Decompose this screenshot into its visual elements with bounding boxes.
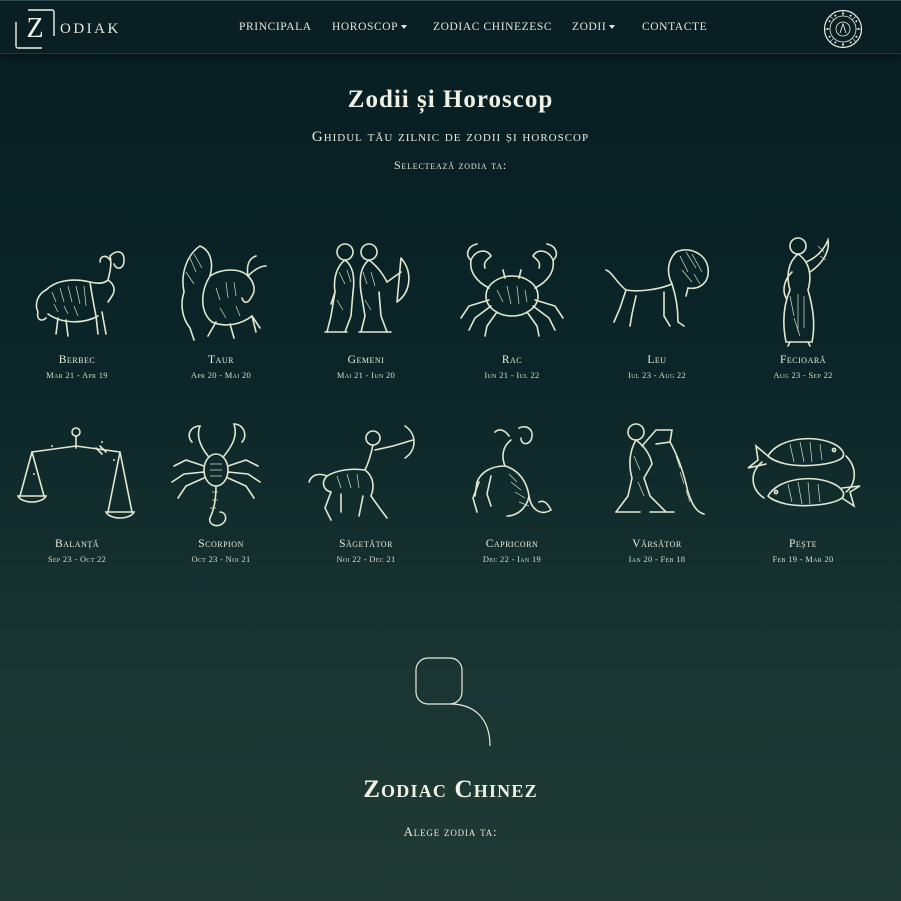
chevron-down-icon <box>609 25 616 30</box>
sign-name: Scorpion <box>198 538 244 550</box>
archer-icon <box>308 425 415 521</box>
scorpion-icon <box>171 423 261 527</box>
nav-item-zodii[interactable]: ZODII <box>572 21 616 33</box>
sign-dates: Iul 23 - Aug 22 <box>628 370 686 380</box>
sign-dates: Ian 20 - Feb 18 <box>628 554 686 564</box>
zodiac-wheel-icon[interactable] <box>823 9 863 49</box>
select-sign-prompt: Selectează zodia ta: <box>393 158 508 172</box>
sign-card-gemeni[interactable]: Gemeni Mai 21 - Iun 20 <box>301 232 431 382</box>
nav-menu: PRINCIPALA HOROSCOP ZODIAC CHINEZESC ZOD… <box>0 1 901 55</box>
sign-name: Săgetător <box>339 538 393 550</box>
twins-icon <box>324 243 410 333</box>
sign-name: Fecioară <box>780 354 826 366</box>
sign-name: Leu <box>647 354 667 366</box>
sign-name: Pește <box>788 538 817 550</box>
nav-item-zodiac-chinezesc[interactable]: ZODIAC CHINEZESC <box>433 21 552 33</box>
chinese-zodiac-title: Zodiac Chinez <box>363 776 538 803</box>
scales-icon <box>16 427 136 519</box>
sign-dates: Iun 21 - Iul 22 <box>484 370 540 380</box>
nav-item-horoscop[interactable]: HOROSCOP <box>332 21 408 33</box>
sign-card-scorpion[interactable]: Scorpion Oct 23 - Noi 21 <box>156 416 286 566</box>
sign-name: Balanță <box>54 538 100 550</box>
sign-card-peste[interactable]: Pește Feb 19 - Mar 20 <box>738 416 868 566</box>
sign-name: Gemeni <box>347 354 385 366</box>
nav-item-principala[interactable]: PRINCIPALA <box>239 21 312 33</box>
crab-icon <box>460 243 564 337</box>
sign-name: Taur <box>208 354 234 366</box>
sign-dates: Sep 23 - Oct 22 <box>47 554 107 564</box>
sign-card-fecioara[interactable]: Fecioară Aug 23 - Sep 22 <box>738 232 868 382</box>
navbar: Z ODIAK PRINCIPALA HOROSCOP ZODIAC CHINE… <box>0 0 901 54</box>
sign-card-capricorn[interactable]: Capricorn Dec 22 - Ian 19 <box>447 416 577 566</box>
sign-dates: Feb 19 - Mar 20 <box>772 554 834 564</box>
sign-card-taur[interactable]: Taur Apr 20 - Mai 20 <box>156 232 286 382</box>
sign-name: Vărsător <box>632 538 682 550</box>
sign-card-varsator[interactable]: Vărsător Ian 20 - Feb 18 <box>592 416 722 566</box>
sign-dates: Oct 23 - Noi 21 <box>191 554 251 564</box>
hero-subtitle: Ghidul tău zilnic de zodii și horoscop <box>311 129 590 145</box>
sign-dates: Mai 21 - Iun 20 <box>336 370 396 380</box>
ram-icon <box>35 251 125 337</box>
sea-goat-icon <box>472 425 553 517</box>
fish-icon <box>747 437 861 508</box>
sign-card-rac[interactable]: Rac Iun 21 - Iul 22 <box>447 232 577 382</box>
sign-card-sagetator[interactable]: Săgetător Noi 22 - Dec 21 <box>301 416 431 566</box>
chevron-down-icon <box>401 25 408 30</box>
sign-dates: Dec 22 - Ian 19 <box>482 554 542 564</box>
nav-item-contacte[interactable]: CONTACTE <box>642 21 707 33</box>
chinese-zodiac-prompt: Alege zodia ta: <box>403 824 498 839</box>
water-bearer-icon <box>615 423 705 515</box>
bull-icon <box>181 245 267 341</box>
sign-name: Capricorn <box>485 538 539 550</box>
lion-icon <box>605 249 710 327</box>
maiden-icon <box>783 237 830 347</box>
sign-dates: Mar 21 - Apr 19 <box>46 370 108 380</box>
sign-dates: Noi 22 - Dec 21 <box>336 554 396 564</box>
sign-card-leu[interactable]: Leu Iul 23 - Aug 22 <box>592 232 722 382</box>
section-divider-ornament <box>415 657 512 747</box>
sign-dates: Aug 23 - Sep 22 <box>773 370 833 380</box>
page-title: Zodii și Horoscop <box>347 86 554 113</box>
sign-dates: Apr 20 - Mai 20 <box>190 370 252 380</box>
sign-card-balanta[interactable]: Balanță Sep 23 - Oct 22 <box>12 416 142 566</box>
sign-name: Berbec <box>58 354 96 366</box>
sign-name: Rac <box>501 354 523 366</box>
sign-card-berbec[interactable]: Berbec Mar 21 - Apr 19 <box>12 232 142 382</box>
